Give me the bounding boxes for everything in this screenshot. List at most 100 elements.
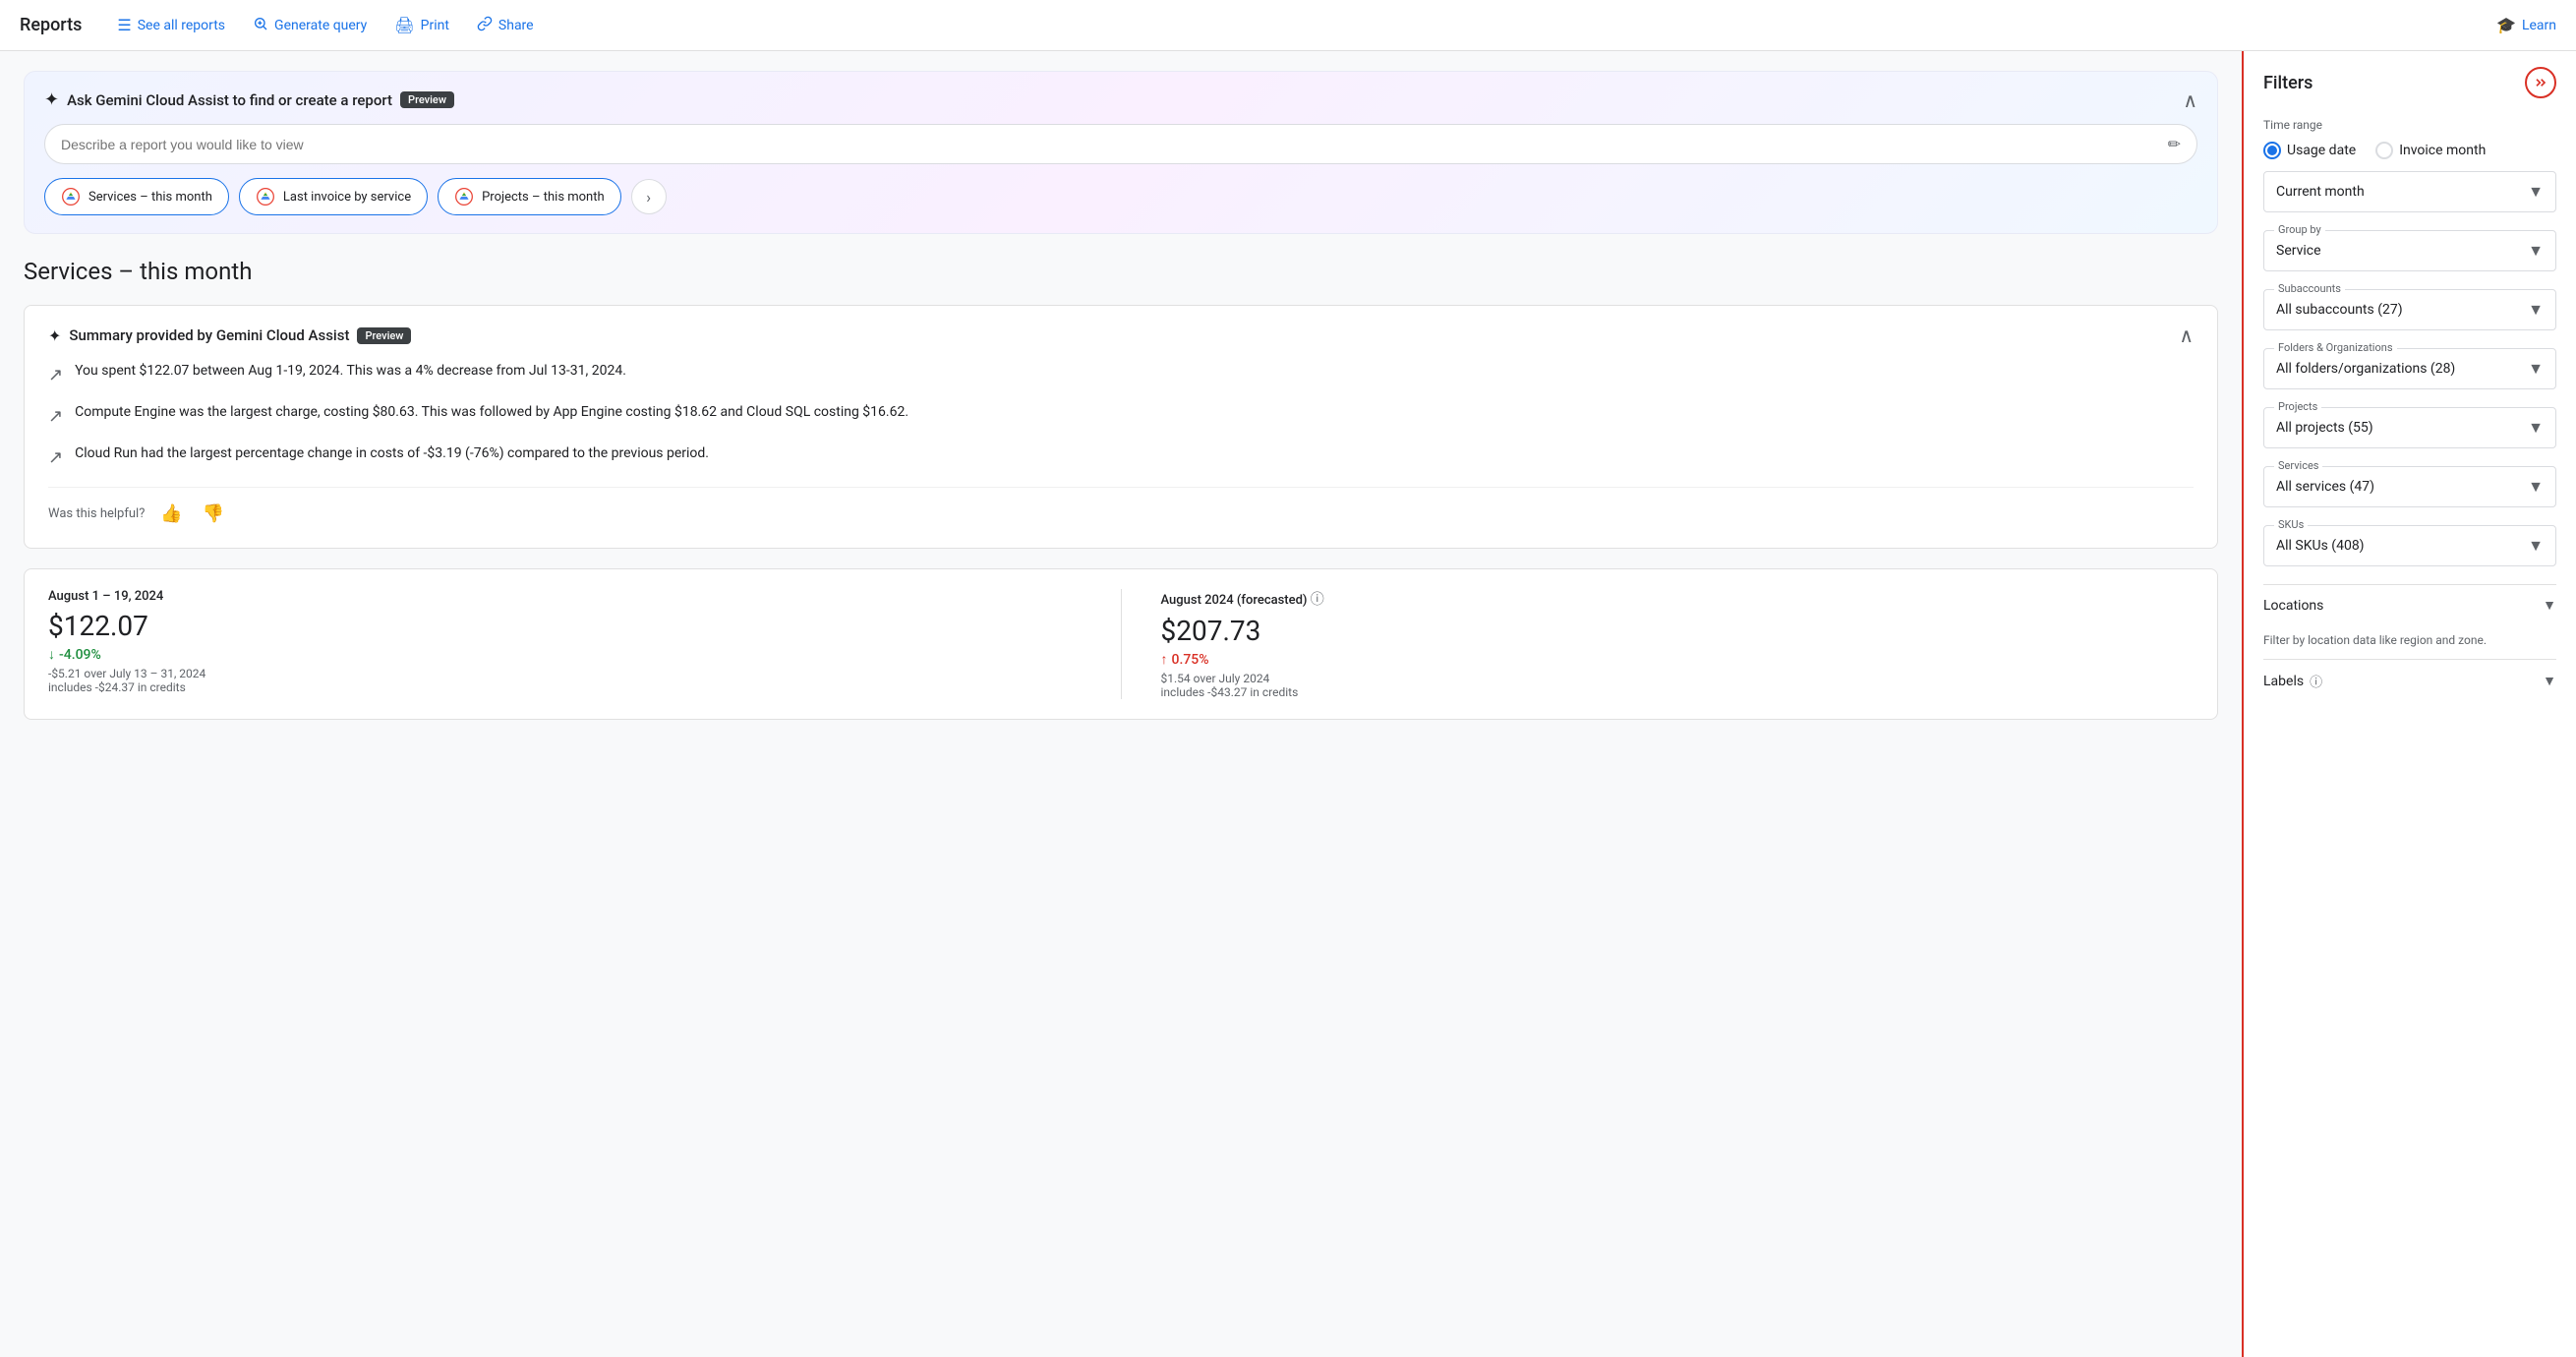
invoice-month-radio-circle: [2375, 142, 2393, 159]
subaccounts-value: All subaccounts (27): [2276, 302, 2403, 318]
summary-text-2: Compute Engine was the largest charge, c…: [75, 402, 908, 423]
services-field-label: Services: [2274, 459, 2322, 472]
forecasted-change: ↑ 0.75%: [1161, 651, 2195, 668]
time-range-label: Time range: [2263, 118, 2556, 132]
summary-item-1: ↗ You spent $122.07 between Aug 1-19, 20…: [48, 361, 2194, 388]
trend-icon-2: ↗: [48, 403, 63, 430]
skus-field-label: SKUs: [2274, 518, 2308, 531]
gcp-logo-icon: [61, 187, 81, 206]
forecasted-stat: August 2024 (forecasted) ⓘ $207.73 ↑ 0.7…: [1161, 589, 2195, 699]
gemini-title-text: Ask Gemini Cloud Assist to find or creat…: [67, 91, 392, 109]
print-link[interactable]: 🖨 Print: [394, 16, 449, 34]
usage-date-radio[interactable]: Usage date: [2263, 142, 2356, 159]
chips-next-button[interactable]: ›: [631, 179, 667, 214]
locations-chevron-icon: ▼: [2543, 597, 2556, 614]
group-by-field-label: Group by: [2274, 223, 2325, 236]
projects-arrow-icon: ▼: [2528, 418, 2544, 438]
collapse-filters-button[interactable]: [2525, 67, 2556, 98]
locations-collapsible[interactable]: Locations ▼: [2263, 584, 2556, 625]
services-value: All services (47): [2276, 479, 2374, 495]
learn-link[interactable]: 🎓 Learn: [2496, 16, 2556, 34]
projects-value: All projects (55): [2276, 420, 2373, 436]
folders-value: All folders/organizations (28): [2276, 361, 2455, 377]
forecasted-change-label: $1.54 over July 2024: [1161, 672, 2195, 685]
chip-projects-month[interactable]: Projects – this month: [438, 178, 621, 215]
projects-field-label: Projects: [2274, 400, 2321, 413]
folders-section: Folders & Organizations All folders/orga…: [2263, 348, 2556, 389]
locations-label-text: Locations: [2263, 598, 2323, 614]
feedback-label: Was this helpful?: [48, 506, 145, 521]
learn-label: Learn: [2522, 18, 2556, 33]
thumbs-down-button[interactable]: 👎: [199, 500, 228, 528]
projects-dropdown[interactable]: Projects All projects (55) ▼: [2263, 407, 2556, 448]
summary-preview-badge: Preview: [357, 327, 411, 344]
suggestion-chips: Services – this month Last invoice by se…: [44, 178, 2197, 215]
current-period-stat: August 1 – 19, 2024 $122.07 ↓ -4.09% -$5…: [48, 589, 1082, 699]
info-icon[interactable]: ⓘ: [1311, 592, 1324, 608]
print-icon: 🖨: [394, 16, 414, 34]
labels-label: Labels ⓘ: [2263, 672, 2322, 690]
thumbs-up-button[interactable]: 👍: [156, 500, 186, 528]
current-sub: includes -$24.37 in credits: [48, 680, 1082, 694]
generate-query-label: Generate query: [274, 18, 367, 33]
skus-arrow-icon: ▼: [2528, 536, 2544, 556]
summary-text-1: You spent $122.07 between Aug 1-19, 2024…: [75, 361, 626, 382]
invoice-month-radio[interactable]: Invoice month: [2375, 142, 2486, 159]
forecasted-sub: includes -$43.27 in credits: [1161, 685, 2195, 699]
services-dropdown[interactable]: Services All services (47) ▼: [2263, 466, 2556, 507]
generate-query-link[interactable]: Generate query: [253, 16, 367, 35]
summary-header: ✦ Summary provided by Gemini Cloud Assis…: [48, 325, 2194, 345]
chip-services-label: Services – this month: [88, 190, 212, 205]
preview-badge: Preview: [400, 91, 454, 108]
stats-divider: [1121, 589, 1122, 699]
usage-date-label: Usage date: [2287, 143, 2356, 158]
summary-title-text: Summary provided by Gemini Cloud Assist: [69, 326, 349, 344]
usage-date-radio-circle: [2263, 142, 2281, 159]
gemini-header: ✦ Ask Gemini Cloud Assist to find or cre…: [44, 89, 2197, 110]
summary-text-3: Cloud Run had the largest percentage cha…: [75, 443, 709, 464]
folders-dropdown[interactable]: Folders & Organizations All folders/orga…: [2263, 348, 2556, 389]
trend-icon-1: ↗: [48, 362, 63, 388]
see-all-reports-link[interactable]: ☰ See all reports: [117, 16, 225, 34]
filters-title: Filters: [2263, 73, 2313, 93]
chip-services-month[interactable]: Services – this month: [44, 178, 229, 215]
collapse-summary-button[interactable]: ∧: [2179, 325, 2194, 345]
page-title: Services – this month: [24, 258, 2218, 285]
group-by-arrow-icon: ▼: [2528, 241, 2544, 261]
skus-dropdown[interactable]: SKUs All SKUs (408) ▼: [2263, 525, 2556, 566]
dropdown-arrow-icon: ▼: [2528, 182, 2544, 202]
current-change-label: -$5.21 over July 13 – 31, 2024: [48, 667, 1082, 680]
summary-card: ✦ Summary provided by Gemini Cloud Assis…: [24, 305, 2218, 549]
group-by-dropdown[interactable]: Group by Service ▼: [2263, 230, 2556, 271]
collapse-gemini-button[interactable]: ∧: [2183, 90, 2197, 110]
sparkle-icon: ✦: [44, 89, 59, 110]
summary-title: ✦ Summary provided by Gemini Cloud Assis…: [48, 326, 411, 345]
chip-last-invoice[interactable]: Last invoice by service: [239, 178, 428, 215]
folders-arrow-icon: ▼: [2528, 359, 2544, 379]
top-navigation: Reports ☰ See all reports Generate query…: [0, 0, 2576, 51]
chip-projects-label: Projects – this month: [482, 190, 605, 205]
current-period-label: August 1 – 19, 2024: [48, 589, 1082, 604]
share-link[interactable]: Share: [477, 16, 534, 35]
summary-item-2: ↗ Compute Engine was the largest charge,…: [48, 402, 2194, 430]
subaccounts-dropdown[interactable]: Subaccounts All subaccounts (27) ▼: [2263, 289, 2556, 330]
time-range-radio-group: Usage date Invoice month: [2263, 142, 2556, 159]
services-filter-section: Services All services (47) ▼: [2263, 466, 2556, 507]
labels-collapsible[interactable]: Labels ⓘ ▼: [2263, 659, 2556, 702]
subaccounts-arrow-icon: ▼: [2528, 300, 2544, 320]
share-icon: [477, 16, 493, 35]
labels-label-text: Labels: [2263, 674, 2304, 689]
forecasted-period-text: August 2024 (forecasted): [1161, 593, 1308, 608]
gcp-logo-icon-2: [256, 187, 275, 206]
feedback-row: Was this helpful? 👍 👎: [48, 487, 2194, 528]
folders-field-label: Folders & Organizations: [2274, 341, 2397, 354]
search-input[interactable]: [61, 137, 2168, 152]
search-bar[interactable]: ✏: [44, 124, 2197, 164]
subaccounts-section: Subaccounts All subaccounts (27) ▼: [2263, 289, 2556, 330]
skus-value: All SKUs (408): [2276, 538, 2365, 554]
current-change-pct: -4.09%: [59, 647, 101, 663]
query-icon: [253, 16, 268, 35]
current-month-dropdown[interactable]: Current month ▼: [2263, 171, 2556, 212]
projects-section: Projects All projects (55) ▼: [2263, 407, 2556, 448]
chip-invoice-label: Last invoice by service: [283, 190, 411, 205]
